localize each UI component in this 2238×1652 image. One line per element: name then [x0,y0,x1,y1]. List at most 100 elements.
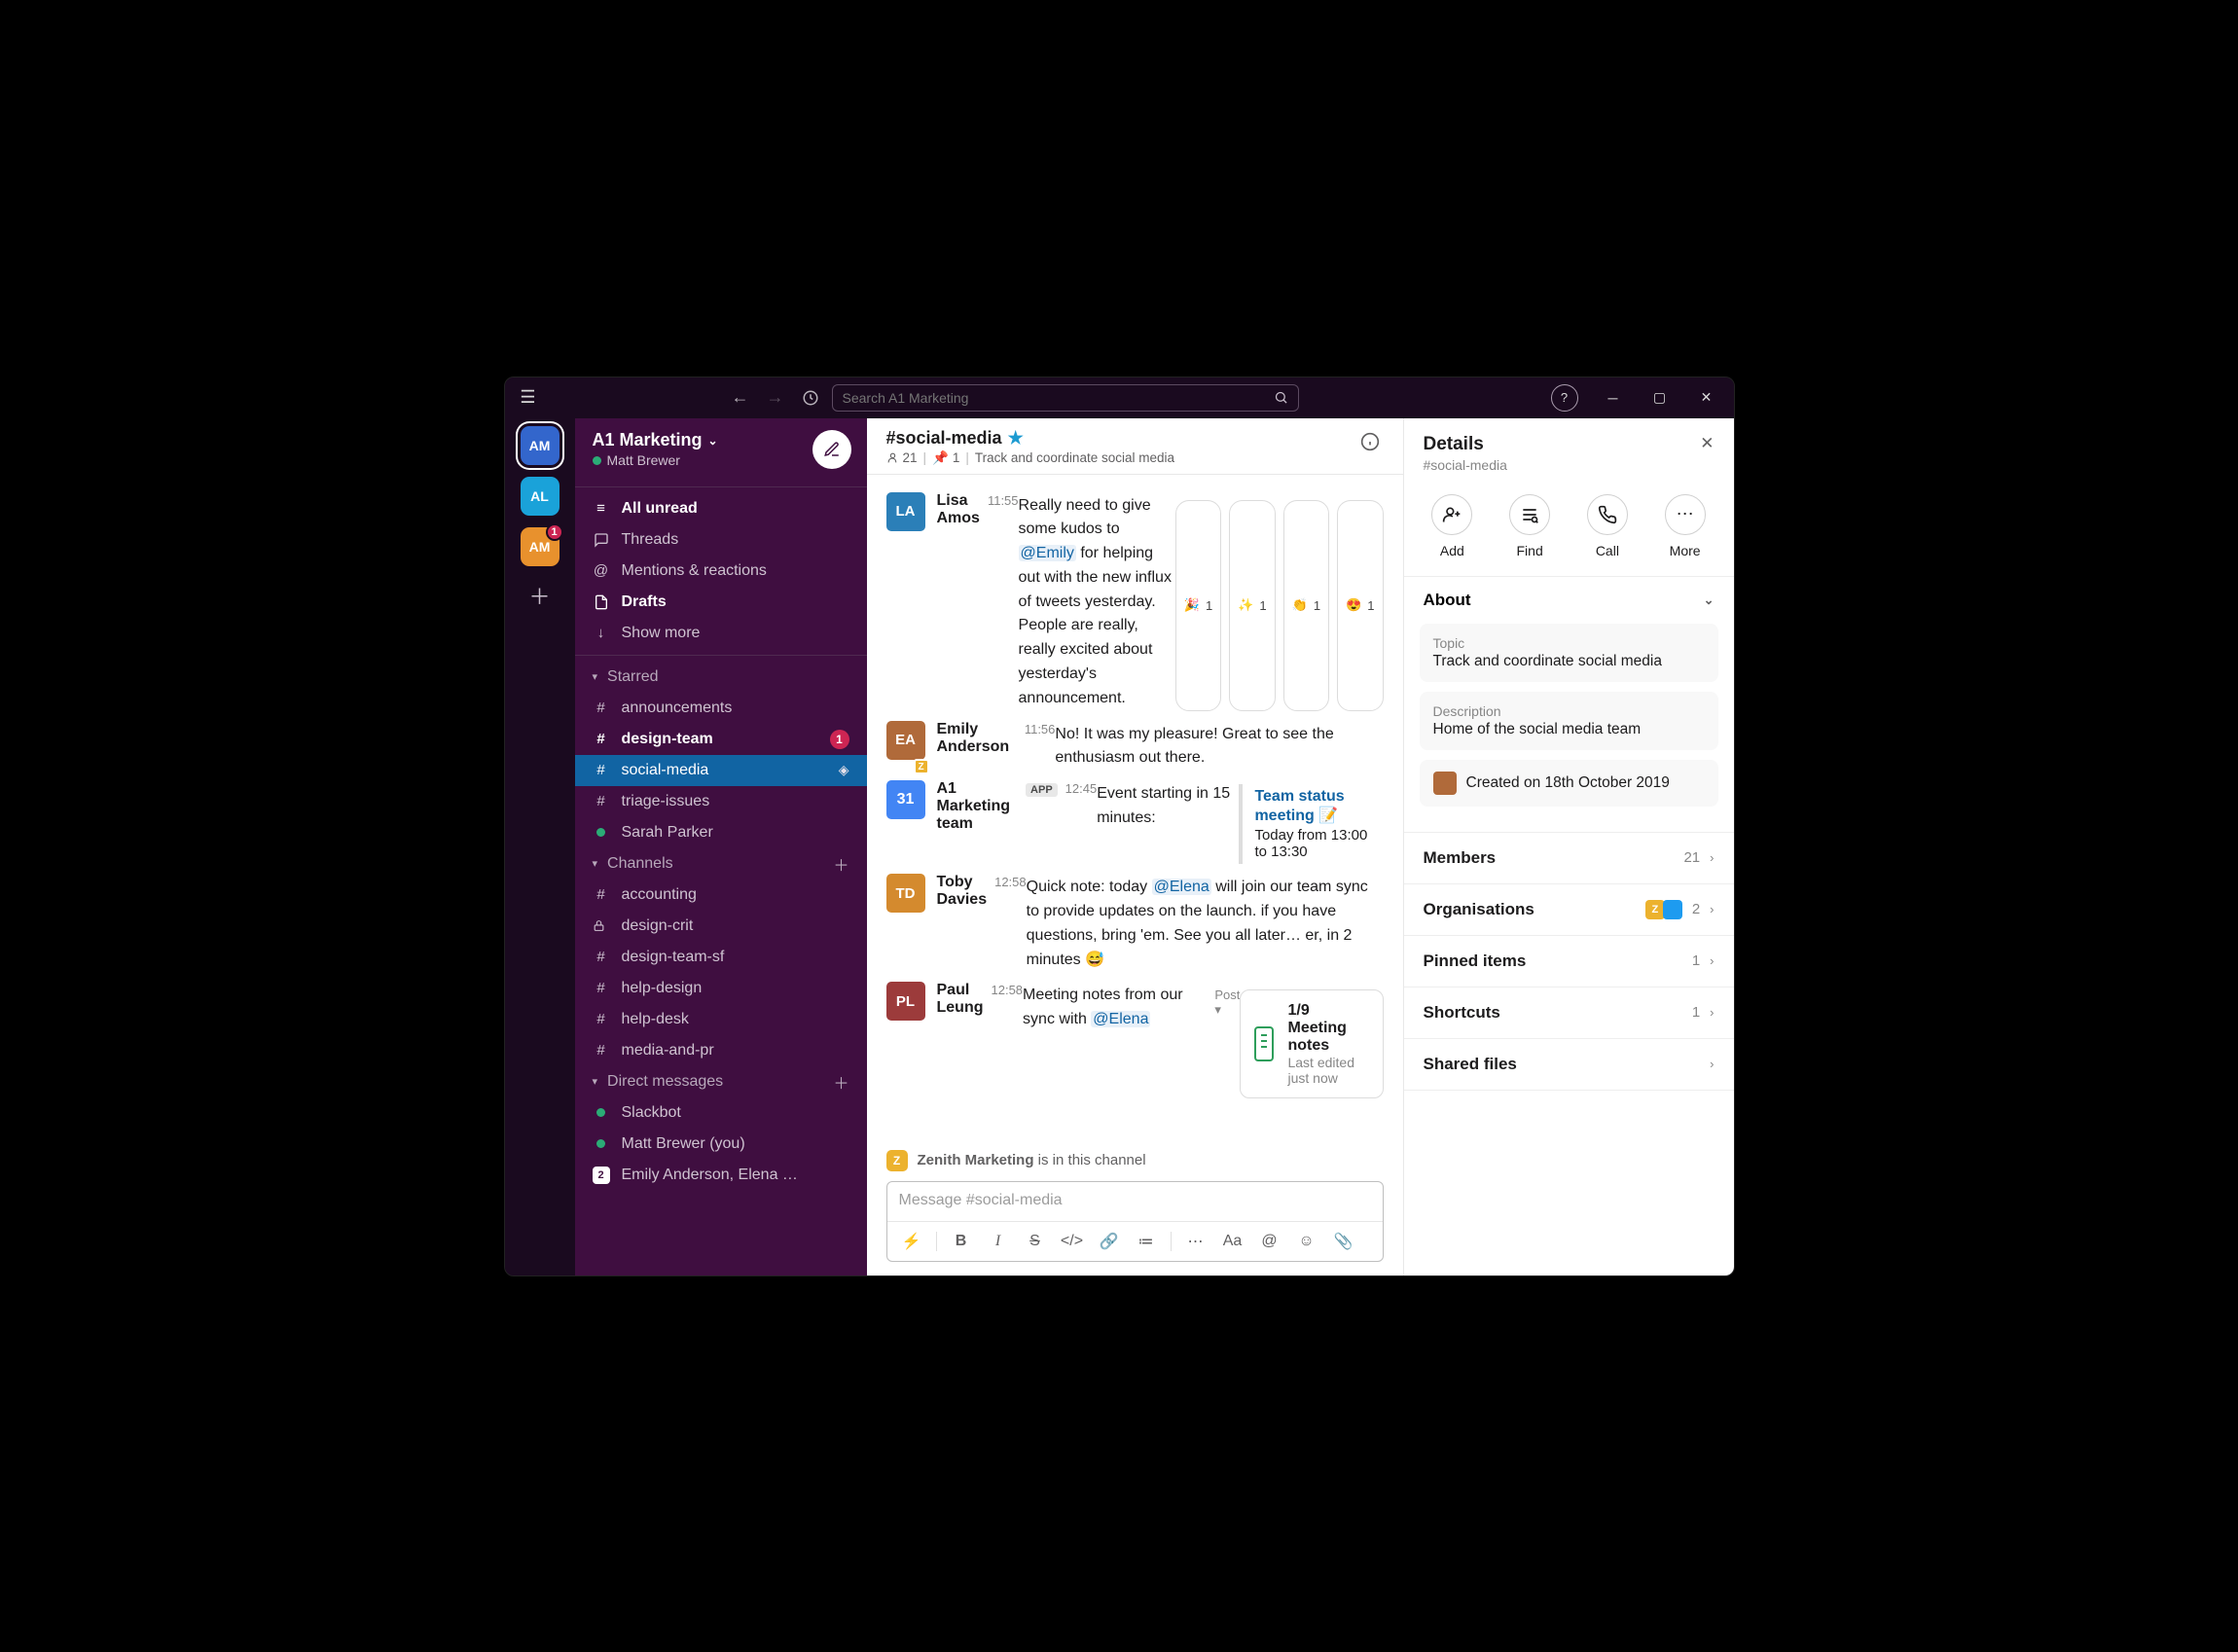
add-dm-icon[interactable]: ＋ [833,1070,848,1094]
strike-button[interactable]: S [1019,1226,1052,1257]
reaction[interactable]: ✨1 [1229,500,1275,711]
channel-design-crit[interactable]: design-crit [575,911,867,942]
mention-button[interactable]: @ [1253,1226,1286,1257]
nav-back[interactable]: ← [727,384,754,412]
list-button[interactable]: ≔ [1130,1226,1163,1257]
reaction[interactable]: 🎉1 [1175,500,1221,711]
lock-icon [593,919,610,932]
details-add[interactable]: Add [1431,494,1472,558]
org-in-channel: Z Zenith Marketing is in this channel [867,1140,1403,1181]
search-input[interactable] [843,390,1266,406]
shortcuts-icon[interactable]: ⚡ [895,1226,928,1257]
workspace-switcher[interactable]: A1 Marketing ⌄ [593,430,718,450]
help-icon[interactable]: ? [1551,384,1578,412]
channel-announcements[interactable]: #announcements [575,693,867,724]
compose-button[interactable] [812,430,851,469]
search-box[interactable] [832,384,1299,412]
creator-avatar[interactable] [1433,772,1457,795]
composer-input[interactable] [887,1182,1383,1221]
window-maximize[interactable]: ▢ [1641,383,1679,413]
workspace-al[interactable]: AL [521,477,560,516]
close-details[interactable]: ✕ [1700,434,1714,453]
code-button[interactable]: </> [1056,1226,1089,1257]
message-author[interactable]: Emily Anderson [937,721,1017,756]
channel-name[interactable]: #social-media ★ [886,428,1175,449]
workspace-am[interactable]: AM [521,426,560,465]
link-button[interactable]: 🔗 [1093,1226,1126,1257]
message-author[interactable]: Paul Leung [937,982,984,1017]
details-shortcuts[interactable]: Shortcuts1› [1404,988,1734,1039]
bold-button[interactable]: B [945,1226,978,1257]
sidebar-drafts[interactable]: Drafts [575,587,867,618]
history-icon[interactable] [797,384,824,412]
details-call[interactable]: Call [1587,494,1628,558]
post-label[interactable]: Post ▾ [1214,988,1240,1098]
channel-design-team-sf[interactable]: #design-team-sf [575,942,867,973]
pins-icon[interactable]: 📌 1 [932,450,959,466]
details-organisations[interactable]: OrganisationsZ2› [1404,884,1734,936]
window-close[interactable]: ✕ [1687,383,1726,413]
details-pinned[interactable]: Pinned items1› [1404,936,1734,988]
channel-help-design[interactable]: #help-design [575,973,867,1004]
section-channels[interactable]: ▾Channels＋ [575,848,867,880]
window-minimize[interactable]: ─ [1594,383,1633,413]
section-starred[interactable]: ▾Starred [575,662,867,693]
channel-details-icon[interactable] [1356,428,1384,455]
sidebar-mentions[interactable]: @Mentions & reactions [575,556,867,587]
star-icon[interactable]: ★ [1008,428,1024,449]
sidebar-all-unread[interactable]: ≡All unread [575,493,867,524]
message-author[interactable]: Lisa Amos [937,492,980,527]
avatar[interactable]: PL [886,982,925,1021]
attach-button[interactable]: 📎 [1327,1226,1360,1257]
more-formatting[interactable]: ⋯ [1179,1226,1212,1257]
details-files[interactable]: Shared files› [1404,1039,1734,1091]
emoji-button[interactable]: ☺ [1290,1226,1323,1257]
chevron-down-icon: ⌄ [1704,593,1715,608]
message-author[interactable]: Toby Davies [937,874,988,909]
section-dms[interactable]: ▾Direct messages＋ [575,1066,867,1097]
dm-group[interactable]: 2Emily Anderson, Elena … [575,1160,867,1191]
avatar[interactable]: TD [886,874,925,913]
created-card: Created on 18th October 2019 [1420,760,1718,807]
workspace-am2[interactable]: AM 1 [521,527,560,566]
avatar[interactable]: 31 [886,780,925,819]
details-more[interactable]: ⋯More [1665,494,1706,558]
channel-help-desk[interactable]: #help-desk [575,1004,867,1035]
italic-button[interactable]: I [982,1226,1015,1257]
add-channel-icon[interactable]: ＋ [833,852,848,876]
description-card[interactable]: Description Home of the social media tea… [1420,692,1718,750]
details-members[interactable]: Members21› [1404,833,1734,884]
document-card[interactable]: 1/9 Meeting notes Last edited just now [1240,989,1383,1098]
channel-triage-issues[interactable]: #triage-issues [575,786,867,817]
text-format-button[interactable]: Aa [1216,1226,1249,1257]
avatar[interactable]: EA [886,721,925,760]
add-workspace[interactable]: ＋ [523,578,558,613]
mention[interactable]: @Elena [1091,1011,1150,1027]
details-find[interactable]: Find [1509,494,1550,558]
nav-forward[interactable]: → [762,384,789,412]
channel-accounting[interactable]: #accounting [575,880,867,911]
message-text: No! It was my pleasure! Great to see the… [1055,723,1383,772]
mention[interactable]: @Elena [1152,879,1211,895]
channel-social-media[interactable]: #social-media◈ [575,755,867,786]
about-toggle[interactable]: About⌄ [1404,577,1734,624]
sidebar-show-more[interactable]: ↓Show more [575,618,867,649]
reaction[interactable]: 👏1 [1283,500,1329,711]
members-icon[interactable]: 21 [886,450,918,465]
topic-card[interactable]: Topic Track and coordinate social media [1420,624,1718,682]
message-author[interactable]: A1 Marketing team [937,780,1015,833]
sidebar-threads[interactable]: Threads [575,524,867,556]
message-list[interactable]: LA Lisa Amos11:55 Really need to give so… [867,475,1403,1140]
channel-media-and-pr[interactable]: #media-and-pr [575,1035,867,1066]
reaction[interactable]: 😍1 [1337,500,1383,711]
mention[interactable]: @Emily [1019,545,1076,561]
calendar-event[interactable]: Team status meeting 📝 Today from 13:00 t… [1239,784,1383,864]
document-icon [1254,1026,1274,1061]
channel-topic[interactable]: Track and coordinate social media [975,450,1174,465]
channel-design-team[interactable]: #design-team1 [575,724,867,755]
dm-slackbot[interactable]: Slackbot [575,1097,867,1129]
dm-sarah-parker[interactable]: Sarah Parker [575,817,867,848]
avatar[interactable]: LA [886,492,925,531]
dm-self[interactable]: Matt Brewer (you) [575,1129,867,1160]
hamburger-menu[interactable]: ☰ [513,387,544,408]
